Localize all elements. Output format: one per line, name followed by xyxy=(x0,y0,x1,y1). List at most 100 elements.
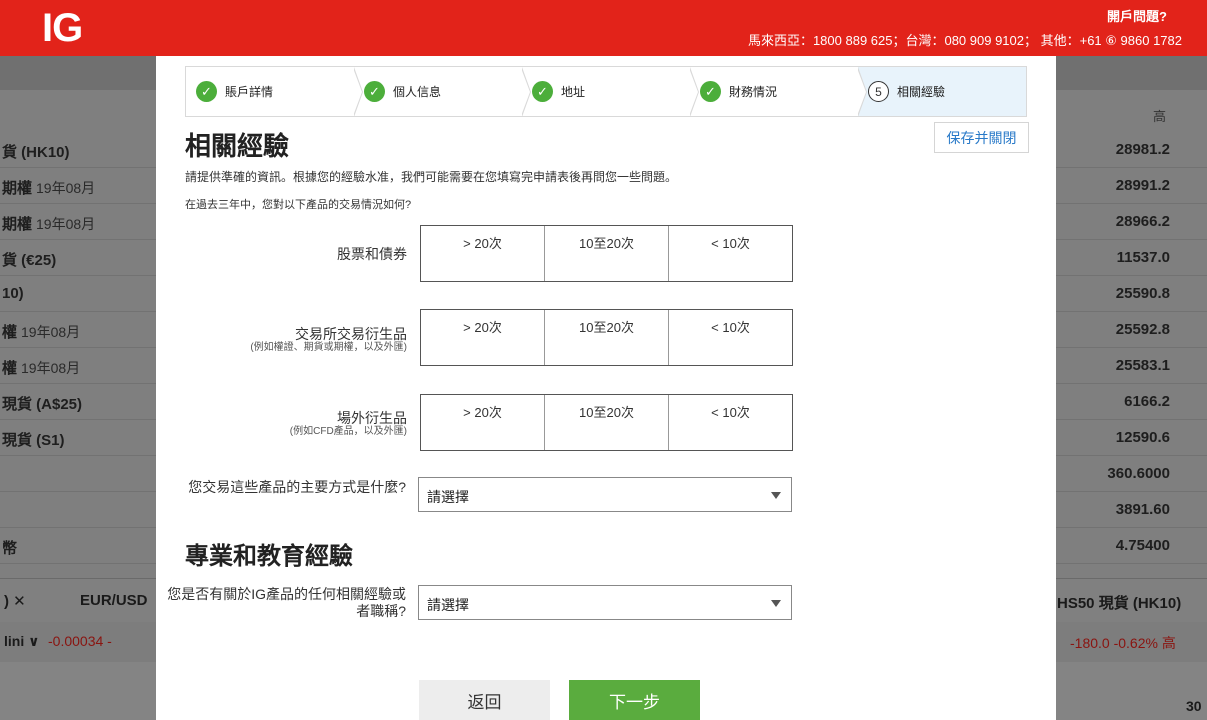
market-label: 貨 (HK10) xyxy=(2,144,70,161)
chevron-divider xyxy=(521,67,531,117)
market-label: 10) xyxy=(2,285,24,302)
market-name: 貨 (HK10) xyxy=(2,141,74,162)
step-personal-info[interactable]: ✓ 個人信息 xyxy=(354,67,531,117)
market-name: 權 19年08月 xyxy=(2,357,80,378)
section-title: 相關經驗 xyxy=(185,131,290,161)
market-high-value: 28981.2 xyxy=(1115,141,1170,158)
market-high-value: 360.6000 xyxy=(1107,465,1170,482)
choice-10-to-20[interactable]: 10至20次 xyxy=(545,395,669,450)
market-label: 權 xyxy=(2,360,18,377)
choice-over-20[interactable]: > 20次 xyxy=(421,395,545,450)
market-high-value: 25592.8 xyxy=(1115,321,1170,338)
market-label: 期權 xyxy=(2,216,33,233)
step-relevant-experience[interactable]: 5 相關經驗 xyxy=(858,67,1026,116)
product-name: 交易所交易衍生品 xyxy=(295,326,407,342)
market-name: 期權 19年08月 xyxy=(2,177,95,198)
market-expiry: 19年08月 xyxy=(21,324,81,340)
background-bottom-number: 30 xyxy=(1186,698,1202,714)
choice-under-10[interactable]: < 10次 xyxy=(669,395,792,450)
step-label: 財務情況 xyxy=(729,85,778,99)
market-label: 貨 (€25) xyxy=(2,252,57,269)
market-expiry: 19年08月 xyxy=(21,360,81,376)
market-high-value: 3891.60 xyxy=(1115,501,1170,518)
market-expiry: 19年08月 xyxy=(36,180,96,196)
background-tab-close: ) ✕ xyxy=(4,593,26,610)
select-value: 請選擇 xyxy=(427,489,469,505)
market-label: 現貨 (S1) xyxy=(2,432,65,449)
select-value: 請選擇 xyxy=(427,597,469,613)
frequency-choices-stocks: > 20次 10至20次 < 10次 xyxy=(420,225,793,282)
ig-experience-select[interactable]: 請選擇 xyxy=(418,585,792,620)
chevron-divider xyxy=(353,67,363,117)
step-label: 個人信息 xyxy=(393,85,442,99)
step-label: 相關經驗 xyxy=(897,85,946,99)
section-title-professional: 專業和教育經驗 xyxy=(185,543,353,570)
background-tab-eurusd: EUR/USD xyxy=(80,592,148,609)
chevron-divider xyxy=(857,67,867,117)
choice-under-10[interactable]: < 10次 xyxy=(669,226,792,281)
question-text: 在過去三年中，您對以下產品的交易情況如何? xyxy=(185,199,412,211)
step-label: 地址 xyxy=(561,85,586,99)
market-high-value: 25583.1 xyxy=(1115,357,1170,374)
product-note: (例如權證、期貨或期權，以及外匯) xyxy=(250,342,407,353)
background-tab-hs50: HS50 現貨 (HK10) xyxy=(1057,595,1182,612)
ig-logo[interactable]: IG xyxy=(42,6,83,51)
choice-over-20[interactable]: > 20次 xyxy=(421,226,545,281)
market-name xyxy=(2,501,6,518)
market-high-value: 28991.2 xyxy=(1115,177,1170,194)
help-phones: 馬來西亞：1800 889 625；台灣：080 909 9102； 其他：+6… xyxy=(747,33,1182,48)
choice-over-20[interactable]: > 20次 xyxy=(421,310,545,365)
top-bar: IG 開戶問題? 馬來西亞：1800 889 625；台灣：080 909 91… xyxy=(0,0,1207,56)
frequency-choices-exchange-derivatives: > 20次 10至20次 < 10次 xyxy=(420,309,793,366)
step-number: 5 xyxy=(868,81,889,102)
check-icon: ✓ xyxy=(364,81,385,102)
market-high-value: 28966.2 xyxy=(1115,213,1170,230)
market-expiry: 19年08月 xyxy=(36,216,96,232)
intro-text: 請提供準確的資訊。根據您的經驗水准，我們可能需要在您填寫完申請表後再問您一些問題… xyxy=(185,170,678,184)
market-name: 貨 (€25) xyxy=(2,249,60,270)
dropdown-arrow-icon xyxy=(771,600,781,607)
application-modal: ✓ 賬戶詳情 ✓ 個人信息 ✓ 地址 ✓ 財務情況 5 相關經驗 保存并關閉 相… xyxy=(156,56,1056,720)
market-name: 期權 19年08月 xyxy=(2,213,95,234)
choice-under-10[interactable]: < 10次 xyxy=(669,310,792,365)
market-name: 幣 xyxy=(2,537,21,558)
product-label-otc-derivatives: 場外衍生品 (例如CFD產品，以及外匯) xyxy=(162,408,407,437)
market-label: 幣 xyxy=(2,540,18,557)
background-column-title: 高 xyxy=(1153,109,1167,124)
step-financial-situation[interactable]: ✓ 財務情況 xyxy=(690,67,867,117)
step-address[interactable]: ✓ 地址 xyxy=(522,67,699,117)
dropdown-arrow-icon xyxy=(771,492,781,499)
market-high-value: 11537.0 xyxy=(1116,249,1170,266)
step-label: 賬戶詳情 xyxy=(225,85,274,99)
product-name: 股票和債券 xyxy=(337,246,407,262)
ticker-mini: lini ∨ xyxy=(4,633,40,649)
chevron-divider xyxy=(689,67,699,117)
market-name: 權 19年08月 xyxy=(2,321,80,342)
save-and-close-button[interactable]: 保存并關閉 xyxy=(934,122,1029,153)
product-note: (例如CFD產品，以及外匯) xyxy=(289,426,407,437)
market-high-value: 12590.6 xyxy=(1115,429,1170,446)
trading-method-select[interactable]: 請選擇 xyxy=(418,477,792,512)
step-account-details[interactable]: ✓ 賬戶詳情 xyxy=(186,67,363,117)
check-icon: ✓ xyxy=(196,81,217,102)
progress-steps: ✓ 賬戶詳情 ✓ 個人信息 ✓ 地址 ✓ 財務情況 5 相關經驗 xyxy=(185,66,1027,117)
market-name: 10) xyxy=(2,285,28,302)
market-high-value: 4.75400 xyxy=(1115,537,1170,554)
check-icon: ✓ xyxy=(532,81,553,102)
market-label: 現貨 (A$25) xyxy=(2,396,83,413)
ticker-change-left: -0.00034 - xyxy=(48,633,112,649)
next-button[interactable]: 下一步 xyxy=(569,680,700,720)
product-name: 場外衍生品 xyxy=(337,410,407,426)
back-button[interactable]: 返回 xyxy=(419,680,550,720)
market-label: 期權 xyxy=(2,180,33,197)
market-name: 現貨 (A$25) xyxy=(2,393,86,414)
help-title: 開戶問題? xyxy=(1107,9,1167,24)
frequency-choices-otc-derivatives: > 20次 10至20次 < 10次 xyxy=(420,394,793,451)
choice-10-to-20[interactable]: 10至20次 xyxy=(545,310,669,365)
market-name xyxy=(2,465,6,482)
product-label-exchange-derivatives: 交易所交易衍生品 (例如權證、期貨或期權，以及外匯) xyxy=(162,324,407,353)
choice-10-to-20[interactable]: 10至20次 xyxy=(545,226,669,281)
market-high-value: 6166.2 xyxy=(1124,393,1170,410)
ig-experience-label: 您是否有關於IG產品的任何相關經驗或者職稱? xyxy=(167,586,406,619)
market-name: 現貨 (S1) xyxy=(2,429,69,450)
